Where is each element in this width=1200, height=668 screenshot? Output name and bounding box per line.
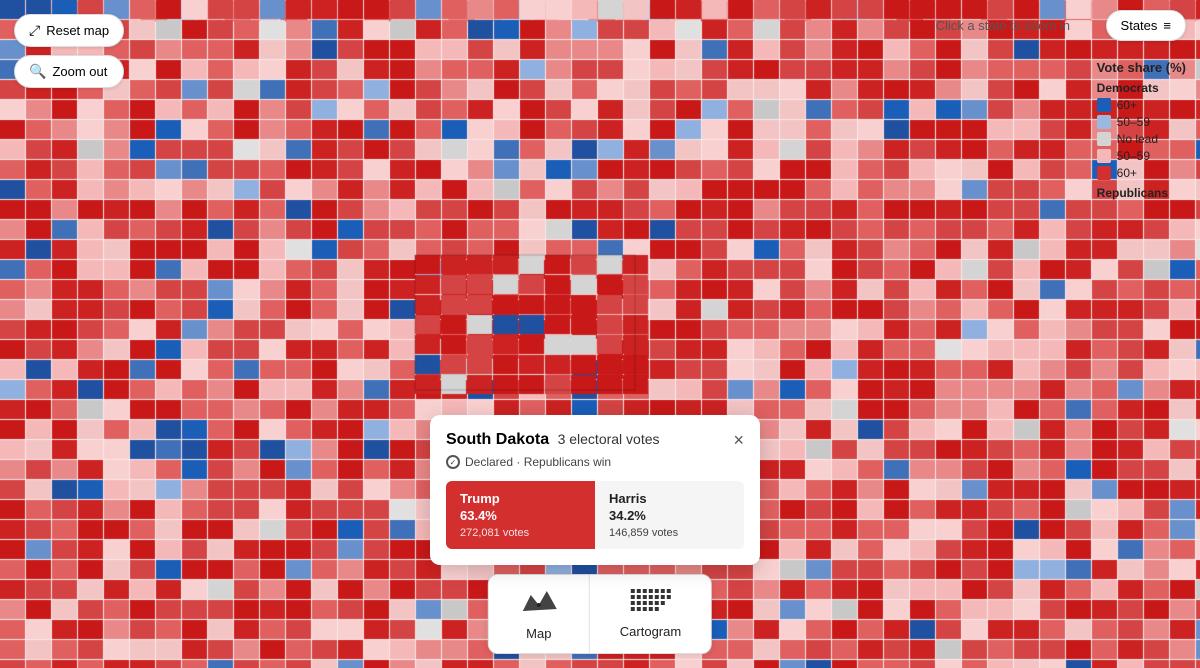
states-button[interactable]: States ≡ xyxy=(1106,10,1186,41)
rep-60-swatch xyxy=(1097,166,1111,180)
map-icon xyxy=(519,587,559,620)
top-controls: ⤢ Reset map 🔍 Zoom out xyxy=(14,14,124,88)
legend-dem-60: 60+ xyxy=(1097,98,1186,112)
states-label: States xyxy=(1121,18,1158,33)
legend-no-lead: No lead xyxy=(1097,132,1186,146)
legend-rep-60: 60+ xyxy=(1097,166,1186,180)
no-lead-label: No lead xyxy=(1117,132,1158,146)
trump-pct: 63.4% xyxy=(460,508,581,523)
cartogram-label: Cartogram xyxy=(620,624,681,639)
declared-icon: ✓ xyxy=(446,455,460,469)
trump-name: Trump xyxy=(460,491,581,506)
menu-icon: ≡ xyxy=(1163,18,1171,33)
map-selector: Map xyxy=(488,574,712,654)
reset-icon: ⤢ xyxy=(29,22,40,39)
zoom-out-icon: 🔍 xyxy=(29,63,46,80)
candidate-harris: Harris 34.2% 146,859 votes xyxy=(595,481,744,549)
rep-50-label: 50–59 xyxy=(1117,149,1150,163)
zoom-out-button[interactable]: 🔍 Zoom out xyxy=(14,55,124,88)
reset-map-button[interactable]: ⤢ Reset map xyxy=(14,14,124,47)
harris-votes: 146,859 votes xyxy=(609,527,730,539)
popup-candidates: Trump 63.4% 272,081 votes Harris 34.2% 1… xyxy=(446,481,744,549)
dem-50-swatch xyxy=(1097,115,1111,129)
legend-dem-title: Democrats xyxy=(1097,81,1186,95)
dem-60-label: 60+ xyxy=(1117,98,1137,112)
reset-map-label: Reset map xyxy=(46,23,109,38)
map-container[interactable] xyxy=(0,0,1200,668)
map-button[interactable]: Map xyxy=(489,575,590,653)
trump-votes: 272,081 votes xyxy=(460,527,581,539)
popup-state-name: South Dakota xyxy=(446,431,549,448)
no-lead-swatch xyxy=(1097,132,1111,146)
map-canvas xyxy=(0,0,1200,668)
dem-60-swatch xyxy=(1097,98,1111,112)
rep-50-swatch xyxy=(1097,149,1111,163)
harris-name: Harris xyxy=(609,491,730,506)
cartogram-button[interactable]: Cartogram xyxy=(590,575,711,653)
state-popup: South Dakota 3 electoral votes × ✓ Decla… xyxy=(430,415,760,565)
declared-text: Declared · Republicans win xyxy=(465,455,611,469)
candidate-trump: Trump 63.4% 272,081 votes xyxy=(446,481,595,549)
legend-rep-title: Republicans xyxy=(1097,186,1186,200)
legend-rep-50: 50–59 xyxy=(1097,149,1186,163)
harris-pct: 34.2% xyxy=(609,508,730,523)
popup-electoral: 3 electoral votes xyxy=(558,431,660,447)
click-hint: Click a state to zoom in xyxy=(936,18,1070,33)
popup-title: South Dakota 3 electoral votes xyxy=(446,431,660,449)
rep-60-label: 60+ xyxy=(1117,166,1137,180)
zoom-out-label: Zoom out xyxy=(52,64,107,79)
legend: Vote share (%) Democrats 60+ 50–59 No le… xyxy=(1097,60,1186,200)
legend-title: Vote share (%) xyxy=(1097,60,1186,75)
popup-header: South Dakota 3 electoral votes × xyxy=(446,431,744,449)
popup-declared: ✓ Declared · Republicans win xyxy=(446,455,744,469)
map-label: Map xyxy=(526,626,551,641)
cartogram-icon xyxy=(628,587,672,618)
legend-dem-50: 50–59 xyxy=(1097,115,1186,129)
dem-50-label: 50–59 xyxy=(1117,115,1150,129)
popup-close-button[interactable]: × xyxy=(733,431,744,449)
